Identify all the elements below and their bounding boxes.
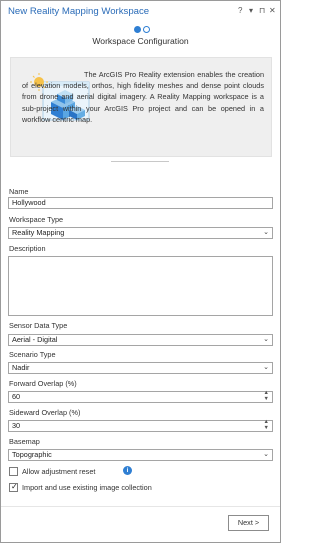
allow-adjustment-reset-label: Allow adjustment reset (22, 467, 96, 476)
workspace-type-value: Reality Mapping (12, 228, 65, 237)
allow-adjustment-reset-checkbox[interactable] (9, 467, 18, 476)
chevron-down-icon: ⌄ (263, 364, 269, 371)
options-menu-button[interactable]: ▾ (249, 6, 253, 16)
sideward-overlap-input[interactable]: 30 ▲ ▼ (8, 419, 273, 432)
basemap-select[interactable]: Topographic ⌄ (8, 449, 273, 461)
step-title: Workspace Configuration (92, 36, 189, 46)
window-title: New Reality Mapping Workspace (8, 6, 150, 17)
scenario-type-value: Nadir (12, 363, 30, 372)
workspace-description-text: The ArcGIS Pro Reality extension enables… (22, 70, 264, 124)
import-image-collection-checkbox[interactable]: ✓ (9, 482, 18, 492)
chevron-down-icon: ⌄ (263, 451, 269, 458)
step-dot-2[interactable] (143, 26, 150, 33)
help-button[interactable]: ? (238, 6, 242, 16)
description-label: Description (9, 244, 46, 253)
forward-overlap-value: 60 (12, 392, 21, 401)
sideward-overlap-label: Sideward Overlap (%) (9, 408, 81, 417)
info-icon[interactable]: i (123, 466, 132, 475)
basemap-label: Basemap (9, 437, 40, 446)
workspace-type-label: Workspace Type (9, 215, 64, 224)
sensor-data-type-select[interactable]: Aerial - Digital ⌄ (8, 334, 273, 346)
import-image-collection-label: Import and use existing image collection (22, 483, 152, 492)
description-textarea[interactable] (8, 256, 273, 316)
step-indicator (1, 26, 280, 34)
wizard-window: New Reality Mapping Workspace ? ▾ ⊓ ✕ Wo… (0, 0, 281, 543)
title-bar: New Reality Mapping Workspace ? ▾ ⊓ ✕ (1, 1, 280, 23)
forward-overlap-label: Forward Overlap (%) (9, 379, 77, 388)
spinner-arrows-icon[interactable]: ▲ ▼ (264, 419, 269, 431)
dock-button[interactable]: ⊓ (259, 6, 265, 16)
sensor-data-type-value: Aerial - Digital (12, 335, 58, 344)
name-input[interactable]: Hollywood (8, 197, 273, 209)
footer-divider (1, 506, 280, 507)
forward-overlap-input[interactable]: 60 ▲ ▼ (8, 390, 273, 403)
section-divider (111, 161, 169, 162)
sideward-overlap-value: 30 (12, 421, 21, 430)
sensor-data-type-label: Sensor Data Type (9, 321, 68, 330)
scenario-type-label: Scenario Type (9, 350, 56, 359)
next-button[interactable]: Next > (228, 515, 269, 531)
workspace-type-select[interactable]: Reality Mapping ⌄ (8, 227, 273, 239)
checkmark-icon: ✓ (11, 482, 18, 491)
spinner-arrows-icon[interactable]: ▲ ▼ (264, 390, 269, 402)
chevron-down-icon: ⌄ (263, 336, 269, 343)
name-label: Name (9, 187, 29, 196)
chevron-down-icon: ⌄ (263, 229, 269, 236)
scenario-type-select[interactable]: Nadir ⌄ (8, 362, 273, 374)
step-dot-1[interactable] (134, 26, 141, 33)
info-panel: The ArcGIS Pro Reality extension enables… (10, 57, 272, 157)
close-button[interactable]: ✕ (269, 6, 276, 16)
basemap-value: Topographic (12, 450, 52, 459)
